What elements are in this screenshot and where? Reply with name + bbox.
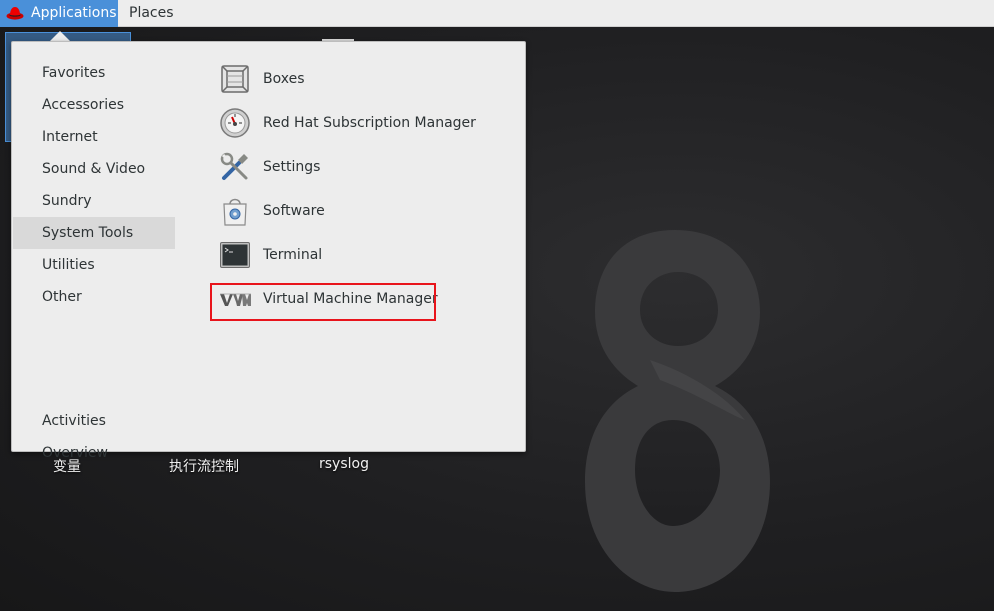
settings-icon	[220, 152, 248, 180]
category-system-tools[interactable]: System Tools	[13, 217, 175, 249]
activities-overview-link[interactable]: Activities Overview	[13, 405, 175, 461]
app-label-software: Software	[263, 203, 325, 219]
app-item-software[interactable]: Software	[219, 193, 509, 229]
category-internet[interactable]: Internet	[13, 121, 175, 153]
category-other[interactable]: Other	[13, 281, 175, 313]
app-item-boxes[interactable]: Boxes	[219, 61, 509, 97]
subscription-manager-icon	[220, 108, 250, 138]
top-bar: Applications Places	[0, 0, 994, 27]
boxes-icon	[221, 65, 249, 93]
app-item-subscription-manager[interactable]: Red Hat Subscription Manager	[219, 105, 509, 141]
app-item-settings[interactable]: Settings	[219, 149, 509, 185]
applications-menu-popup: Favorites Accessories Internet Sound & V…	[11, 41, 526, 461]
desktop-icon-label-3[interactable]: rsyslog	[319, 456, 369, 472]
redhat-logo-icon	[6, 7, 24, 20]
software-icon	[223, 198, 247, 226]
applications-menu-button[interactable]: Applications	[0, 0, 118, 27]
app-label-boxes: Boxes	[263, 71, 305, 87]
applications-label: Applications	[31, 5, 117, 21]
category-accessories[interactable]: Accessories	[13, 89, 175, 121]
app-label-settings: Settings	[263, 159, 321, 175]
category-utilities[interactable]: Utilities	[13, 249, 175, 281]
app-label-subscription-manager: Red Hat Subscription Manager	[263, 115, 476, 131]
menu-pointer-arrow	[50, 31, 70, 41]
terminal-icon	[220, 242, 250, 268]
rhel-8-wallpaper-logo	[585, 230, 770, 592]
category-favorites[interactable]: Favorites	[13, 57, 175, 89]
annotation-highlight-box	[210, 283, 436, 321]
category-sound-video[interactable]: Sound & Video	[13, 153, 175, 185]
app-label-terminal: Terminal	[263, 247, 323, 263]
category-sundry[interactable]: Sundry	[13, 185, 175, 217]
desktop-icon-label-2[interactable]: 执行流控制	[169, 456, 239, 476]
places-menu-button[interactable]: Places	[129, 0, 174, 27]
app-item-terminal[interactable]: Terminal	[219, 237, 509, 273]
